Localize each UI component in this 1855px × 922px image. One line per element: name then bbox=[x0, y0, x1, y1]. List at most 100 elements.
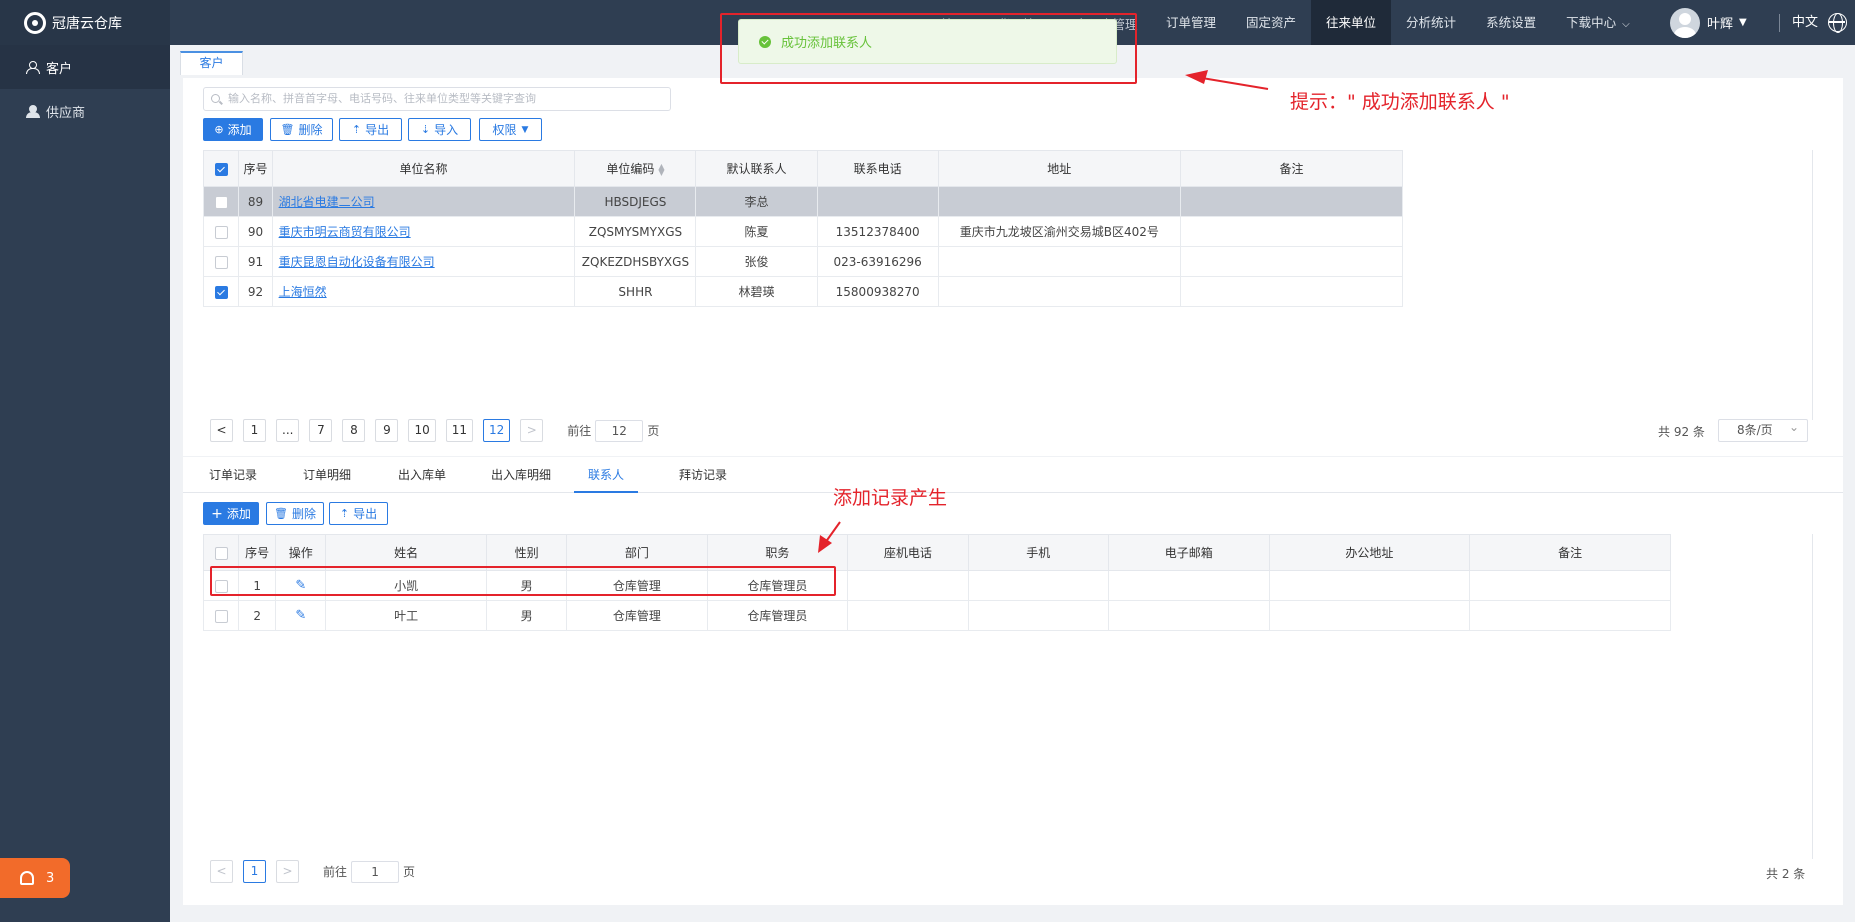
column-header-email: 电子邮箱 bbox=[1108, 534, 1270, 571]
page-button-current[interactable]: 1 bbox=[243, 860, 266, 883]
tab-visit-records[interactable]: 拜访记录 bbox=[679, 457, 727, 493]
nav-item-settings[interactable]: 系统设置 bbox=[1471, 0, 1551, 45]
export-label: 导出 bbox=[365, 123, 390, 137]
table-row[interactable]: 91 重庆昆恩自动化设备有限公司 ZQKEZDHSBYXGS 张俊 023-63… bbox=[202, 246, 1404, 277]
tab-inout-orders[interactable]: 出入库单 bbox=[398, 457, 446, 493]
delete-contact-button[interactable]: 🗑 删除 bbox=[266, 502, 324, 525]
customer-table: 序号 单位名称 单位编码 ▲ ▼ 默认联系人 联系电话 地址 备注 89 湖北省电建… bbox=[202, 150, 1404, 307]
import-button[interactable]: ⇣ 导入 bbox=[408, 118, 471, 141]
search-icon bbox=[211, 94, 220, 103]
unit-phone: 15800938270 bbox=[816, 276, 939, 307]
unit-code: ZQKEZDHSBYXGS bbox=[574, 246, 697, 277]
unit-name-link[interactable]: 重庆昆恩自动化设备有限公司 bbox=[271, 246, 576, 277]
user-menu[interactable]: 叶辉 ▼ bbox=[1670, 0, 1747, 45]
table-row[interactable]: 92 上海恒然 SHHR 林碧瑛 15800938270 bbox=[202, 276, 1404, 307]
nav-item-stats[interactable]: 分析统计 bbox=[1391, 0, 1471, 45]
page-size-select[interactable]: 8条/页 bbox=[1718, 417, 1808, 442]
unit-name-link[interactable]: 湖北省电建二公司 bbox=[271, 186, 576, 217]
delete-contact-label: 删除 bbox=[291, 507, 316, 521]
page-button[interactable]: 9 bbox=[375, 419, 399, 442]
app-logo[interactable]: 冠唐云仓库 bbox=[0, 0, 170, 45]
prev-page-button[interactable]: < bbox=[210, 860, 233, 883]
page-button[interactable]: 11 bbox=[445, 419, 474, 442]
unit-contact: 陈夏 bbox=[695, 216, 818, 247]
table-row[interactable]: 89 湖北省电建二公司 HBSDJEGS 李总 bbox=[202, 186, 1404, 217]
language-switch[interactable]: 中文 bbox=[1792, 0, 1818, 45]
unit-contact: 张俊 bbox=[695, 246, 818, 277]
column-header-no: 序号 bbox=[238, 150, 273, 187]
plus-icon: + bbox=[211, 505, 223, 522]
tab-order-records[interactable]: 订单记录 bbox=[209, 457, 257, 493]
search-input[interactable]: 输入名称、拼音首字母、电话号码、往来单位类型等关键字查询 bbox=[203, 87, 671, 111]
permission-dropdown[interactable]: 权限 ▼ bbox=[479, 118, 542, 141]
user-name: 叶辉 bbox=[1707, 17, 1734, 32]
code-header-label: 单位编码 bbox=[606, 162, 655, 176]
annotation-box-toast bbox=[720, 13, 1137, 84]
contacts-pagination: < 1 > 前往 1 页 bbox=[210, 860, 415, 883]
annotation-tip: 提示：" 成功添加联系人 " bbox=[1290, 91, 1510, 113]
column-header-contact: 默认联系人 bbox=[695, 150, 818, 187]
unit-name-link[interactable]: 上海恒然 bbox=[271, 276, 576, 307]
goto-label: 前往 bbox=[323, 865, 348, 879]
nav-item-partners[interactable]: 往来单位 bbox=[1311, 0, 1392, 45]
unit-phone: 023-63916296 bbox=[816, 246, 939, 277]
nav-item-assets[interactable]: 固定资产 bbox=[1231, 0, 1311, 45]
import-label: 导入 bbox=[434, 123, 459, 137]
sidebar-item-suppliers[interactable]: 供应商 bbox=[0, 89, 170, 133]
table-row[interactable]: 90 重庆市明云商贸有限公司 ZQSMYSMYXGS 陈夏 1351237840… bbox=[202, 216, 1404, 247]
goto-page-input[interactable]: 1 bbox=[351, 860, 400, 883]
detail-tabs: 订单记录 订单明细 出入库单 出入库明细 联系人 拜访记录 bbox=[183, 457, 1843, 493]
header-divider bbox=[1779, 14, 1780, 32]
chevron-down-icon: ⌵ bbox=[1622, 19, 1630, 30]
upload-icon: ⇡ bbox=[351, 123, 362, 136]
unit-note bbox=[1179, 276, 1404, 307]
page-button-current[interactable]: 12 bbox=[483, 419, 511, 442]
contact-office bbox=[1268, 600, 1471, 631]
sidebar-item-customers[interactable]: 客户 bbox=[0, 45, 170, 89]
unit-note bbox=[1179, 246, 1404, 277]
nav-item-orders[interactable]: 订单管理 bbox=[1151, 0, 1231, 45]
unit-note bbox=[1179, 186, 1404, 217]
goto-label: 前往 bbox=[567, 424, 592, 438]
page-ellipsis[interactable]: ... bbox=[276, 419, 300, 442]
contact-mobile bbox=[967, 600, 1110, 631]
contact-position: 仓库管理员 bbox=[706, 600, 849, 631]
page-button[interactable]: 10 bbox=[408, 419, 436, 442]
next-page-button[interactable]: > bbox=[276, 860, 299, 883]
tab-contacts[interactable]: 联系人 bbox=[574, 457, 638, 493]
row-checkbox[interactable] bbox=[214, 255, 228, 269]
goto-page: 前往 12 页 bbox=[567, 419, 659, 442]
page-button[interactable]: 8 bbox=[342, 419, 366, 442]
column-header-code[interactable]: 单位编码 ▲ ▼ bbox=[574, 150, 697, 187]
edit-icon[interactable]: ✎ bbox=[295, 608, 306, 623]
row-checkbox[interactable] bbox=[214, 285, 228, 299]
tab-inout-details[interactable]: 出入库明细 bbox=[491, 457, 551, 493]
prev-page-button[interactable]: < bbox=[210, 419, 233, 442]
add-contact-button[interactable]: + 添加 bbox=[203, 502, 259, 525]
tab-order-details[interactable]: 订单明细 bbox=[303, 457, 351, 493]
table-row[interactable]: 2 ✎ 叶工 男 仓库管理 仓库管理员 bbox=[202, 600, 1671, 631]
delete-button[interactable]: 🗑 删除 bbox=[270, 118, 333, 141]
page-tab-customers[interactable]: 客户 bbox=[180, 51, 243, 75]
page-button[interactable]: 7 bbox=[309, 419, 333, 442]
row-checkbox[interactable] bbox=[214, 609, 228, 623]
row-checkbox[interactable] bbox=[214, 225, 228, 239]
select-all-checkbox[interactable] bbox=[214, 546, 228, 560]
export-contact-button[interactable]: ⇡ 导出 bbox=[329, 502, 388, 525]
select-all-checkbox[interactable] bbox=[214, 162, 228, 176]
unit-name-link[interactable]: 重庆市明云商贸有限公司 bbox=[271, 216, 576, 247]
trash-icon: 🗑 bbox=[280, 123, 295, 136]
alarm-badge-button[interactable]: 3 bbox=[0, 858, 70, 898]
export-button[interactable]: ⇡ 导出 bbox=[339, 118, 402, 141]
nav-item-downloads[interactable]: 下载中心 ⌵ bbox=[1551, 0, 1645, 45]
row-checkbox[interactable] bbox=[214, 195, 228, 209]
logo-icon bbox=[24, 11, 46, 34]
next-page-button[interactable]: > bbox=[520, 419, 544, 442]
row-no: 91 bbox=[238, 246, 273, 277]
avatar bbox=[1670, 7, 1700, 38]
goto-page-input[interactable]: 12 bbox=[595, 419, 644, 442]
page-button[interactable]: 1 bbox=[243, 419, 266, 442]
add-button[interactable]: ⊕ 添加 bbox=[203, 118, 263, 141]
globe-icon[interactable] bbox=[1828, 13, 1847, 33]
caret-down-icon: ▼ bbox=[521, 124, 529, 135]
